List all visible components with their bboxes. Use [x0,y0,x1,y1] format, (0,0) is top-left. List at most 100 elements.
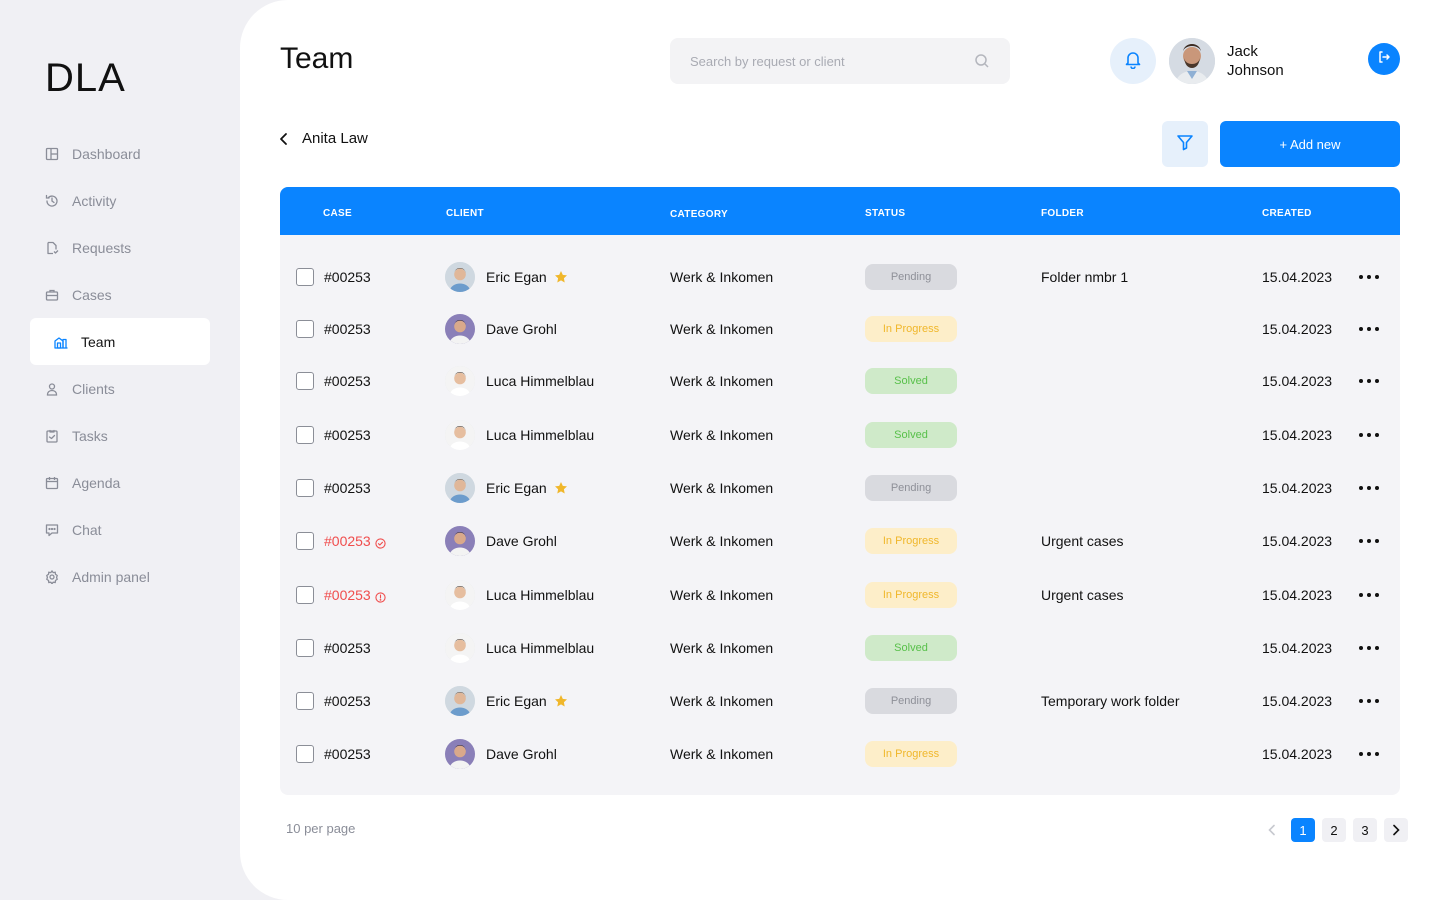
sidebar-item-chat[interactable]: Chat [30,506,210,553]
case-id[interactable]: #00253 [324,269,371,285]
created-date: 15.04.2023 [1262,693,1333,709]
sidebar-item-tasks[interactable]: Tasks [30,412,210,459]
more-options-icon[interactable] [1359,432,1379,438]
case-number: #00253 [324,693,371,709]
star-icon[interactable] [554,694,568,708]
sidebar-item-clients[interactable]: Clients [30,365,210,412]
page-1-button[interactable]: 1 [1291,818,1315,842]
notifications-button[interactable] [1110,38,1156,84]
sidebar-item-agenda[interactable]: Agenda [30,459,210,506]
table-row[interactable]: #00253 Luca Himmelblau Werk & Inkomen Solve… [280,415,1400,455]
column-header-status[interactable]: STATUS [865,208,905,219]
folder-cell[interactable]: Temporary work folder [1041,693,1180,709]
table-row[interactable]: #00253 Dave Grohl Werk & Inkomen In Progres… [280,521,1400,561]
row-checkbox[interactable] [296,320,314,338]
row-checkbox[interactable] [296,268,314,286]
client-cell: Luca Himmelblau [445,420,594,450]
sidebar-item-cases[interactable]: Cases [30,271,210,318]
column-header-case[interactable]: CASE [323,208,352,219]
column-header-folder[interactable]: FOLDER [1041,208,1084,219]
sidebar-item-admin-panel[interactable]: Admin panel [30,553,210,600]
more-options-icon[interactable] [1359,751,1379,757]
case-id[interactable]: #00253 [324,693,371,709]
case-id[interactable]: #00253 [324,533,386,549]
filter-icon [1175,132,1195,157]
cases-table: CASE CLIENT CATEGORY STATUS FOLDER CREAT… [280,187,1400,795]
alert-circle-icon [375,590,386,603]
client-name: Dave Grohl [486,533,557,549]
category-cell: Werk & Inkomen [670,533,774,549]
table-row[interactable]: #00253 Luca Himmelblau Werk & Inkomen Solve… [280,361,1400,401]
client-name: Luca Himmelblau [486,587,595,603]
case-id[interactable]: #00253 [324,480,371,496]
page-3-button[interactable]: 3 [1353,818,1377,842]
case-id[interactable]: #00253 [324,321,371,337]
row-checkbox[interactable] [296,639,314,657]
row-checkbox[interactable] [296,692,314,710]
more-options-icon[interactable] [1359,274,1379,280]
user-avatar[interactable] [1169,38,1215,84]
more-options-icon[interactable] [1359,698,1379,704]
filter-button[interactable] [1162,121,1208,167]
category-cell: Werk & Inkomen [670,373,774,389]
sidebar-item-label: Activity [72,192,117,209]
add-new-button[interactable]: + Add new [1220,121,1400,167]
row-checkbox[interactable] [296,372,314,390]
client-name: Eric Egan [486,269,547,285]
back-link[interactable]: Anita Law [278,130,368,147]
more-options-icon[interactable] [1359,378,1379,384]
sidebar-item-label: Cases [72,286,112,303]
folder-cell[interactable]: Folder nmbr 1 [1041,269,1128,285]
row-checkbox[interactable] [296,532,314,550]
column-header-client[interactable]: CLIENT [446,208,484,219]
table-row[interactable]: #00253 Eric Egan Werk & Inkomen Pending Temp… [280,681,1400,721]
more-options-icon[interactable] [1359,592,1379,598]
case-id[interactable]: #00253 [324,640,371,656]
case-number: #00253 [324,269,371,285]
table-row[interactable]: #00253 Eric Egan Werk & Inkomen Pending 15.0… [280,468,1400,508]
created-date: 15.04.2023 [1262,321,1333,337]
per-page-selector[interactable]: 10 per page [286,821,355,836]
folder-cell[interactable]: Urgent cases [1041,587,1123,603]
check-circle-icon [375,536,386,549]
sidebar-item-team[interactable]: Team [30,318,210,365]
next-page-icon[interactable] [1384,818,1408,842]
category-cell: Werk & Inkomen [670,746,774,762]
more-options-icon[interactable] [1359,538,1379,544]
case-id[interactable]: #00253 [324,587,386,603]
row-checkbox[interactable] [296,586,314,604]
table-row[interactable]: #00253 Dave Grohl Werk & Inkomen In Progres… [280,309,1400,349]
search-input[interactable] [690,53,974,69]
page-2-button[interactable]: 2 [1322,818,1346,842]
table-row[interactable]: #00253 Luca Himmelblau Werk & Inkomen Solve… [280,628,1400,668]
column-header-created[interactable]: CREATED [1262,208,1312,219]
more-options-icon[interactable] [1359,326,1379,332]
search-icon[interactable] [974,53,990,69]
table-row[interactable]: #00253 Luca Himmelblau Werk & Inkomen In Pr… [280,575,1400,615]
more-options-icon[interactable] [1359,485,1379,491]
table-row[interactable]: #00253 Eric Egan Werk & Inkomen Pending Fold… [280,257,1400,297]
more-options-icon[interactable] [1359,645,1379,651]
sidebar-item-dashboard[interactable]: Dashboard [30,130,210,177]
table-row[interactable]: #00253 Dave Grohl Werk & Inkomen In Progres… [280,734,1400,774]
star-icon[interactable] [554,481,568,495]
case-number: #00253 [324,587,371,603]
row-checkbox[interactable] [296,745,314,763]
case-id[interactable]: #00253 [324,427,371,443]
category-cell: Werk & Inkomen [670,480,774,496]
sidebar-item-activity[interactable]: Activity [30,177,210,224]
row-checkbox[interactable] [296,479,314,497]
created-date: 15.04.2023 [1262,269,1333,285]
column-header-category[interactable]: CATEGORY [670,209,728,220]
folder-cell[interactable]: Urgent cases [1041,533,1123,549]
row-checkbox[interactable] [296,426,314,444]
status-badge: Solved [865,368,957,394]
history-icon [45,194,59,208]
case-id[interactable]: #00253 [324,373,371,389]
prev-page-icon[interactable] [1260,818,1284,842]
logout-button[interactable] [1368,43,1400,75]
case-number: #00253 [324,321,371,337]
sidebar-item-requests[interactable]: Requests [30,224,210,271]
star-icon[interactable] [554,270,568,284]
case-id[interactable]: #00253 [324,746,371,762]
